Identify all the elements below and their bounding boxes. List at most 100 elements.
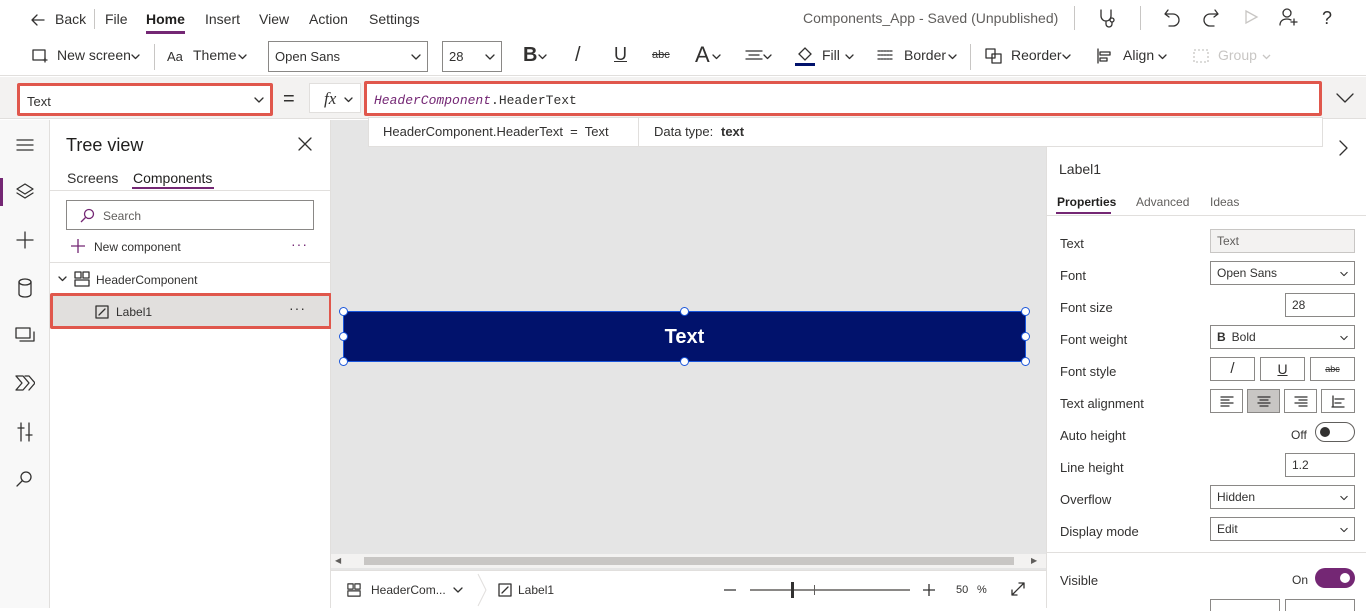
resize-handle[interactable] xyxy=(680,357,689,366)
search-icon[interactable] xyxy=(16,470,34,488)
power-automate-icon[interactable] xyxy=(15,374,35,392)
share-user-icon[interactable] xyxy=(1279,7,1299,27)
resize-handle[interactable] xyxy=(339,357,348,366)
font-family-dropdown[interactable]: Open Sans xyxy=(268,41,428,72)
prop-position-y-input[interactable] xyxy=(1285,599,1355,611)
fit-to-window-icon[interactable] xyxy=(1011,582,1025,596)
media-icon[interactable] xyxy=(15,326,35,344)
resize-handle[interactable] xyxy=(1021,307,1030,316)
scroll-left-icon[interactable]: ◀ xyxy=(335,556,341,565)
align-button[interactable]: Align xyxy=(1123,47,1154,63)
breadcrumb-component[interactable]: HeaderCom... xyxy=(371,583,446,597)
menu-view[interactable]: View xyxy=(259,11,289,27)
menu-settings[interactable]: Settings xyxy=(369,11,420,27)
more-options-icon[interactable]: ··· xyxy=(289,300,306,316)
label-control[interactable]: Text xyxy=(343,311,1026,362)
prop-font-dropdown[interactable]: Open Sans xyxy=(1210,261,1355,285)
align-justify-toggle[interactable] xyxy=(1321,389,1355,413)
resize-handle[interactable] xyxy=(339,307,348,316)
search-box[interactable]: Search xyxy=(66,200,314,230)
zoom-out-icon[interactable] xyxy=(724,589,736,591)
border-button[interactable]: Border xyxy=(904,47,946,63)
reorder-button[interactable]: Reorder xyxy=(1011,47,1062,63)
tab-screens[interactable]: Screens xyxy=(67,170,118,186)
font-color-button[interactable]: A xyxy=(695,42,710,68)
align-right-toggle[interactable] xyxy=(1284,389,1317,413)
menu-file[interactable]: File xyxy=(105,11,128,27)
prop-position-x-input[interactable] xyxy=(1210,599,1280,611)
tab-properties[interactable]: Properties xyxy=(1057,195,1116,209)
hamburger-menu-icon[interactable] xyxy=(16,138,34,152)
resize-handle[interactable] xyxy=(680,307,689,316)
align-icon[interactable] xyxy=(1096,48,1114,64)
plus-icon[interactable] xyxy=(16,231,34,249)
new-component-button[interactable]: New component xyxy=(94,240,181,254)
undo-icon[interactable] xyxy=(1162,7,1182,27)
property-dropdown[interactable]: Text xyxy=(17,83,273,116)
close-icon[interactable] xyxy=(298,137,312,151)
scrollbar-thumb[interactable] xyxy=(364,557,1014,565)
fill-bucket-icon[interactable] xyxy=(794,45,816,67)
expand-formula-icon[interactable] xyxy=(1336,93,1354,103)
resize-handle[interactable] xyxy=(1021,357,1030,366)
scroll-right-icon[interactable]: ▶ xyxy=(1031,556,1037,565)
reorder-icon[interactable] xyxy=(985,48,1003,64)
help-icon[interactable]: ? xyxy=(1322,8,1332,29)
autoheight-toggle[interactable] xyxy=(1315,422,1355,442)
tree-item-label1[interactable]: Label1 ··· xyxy=(50,293,332,329)
resize-handle[interactable] xyxy=(339,332,348,341)
italic-button[interactable]: / xyxy=(575,44,581,67)
prop-overflow-dropdown[interactable]: Hidden xyxy=(1210,485,1355,509)
font-size-dropdown[interactable]: 28 xyxy=(442,41,502,72)
chevron-down-icon[interactable] xyxy=(453,587,463,593)
new-screen-button[interactable]: New screen xyxy=(57,47,131,63)
align-center-toggle[interactable] xyxy=(1247,389,1280,413)
zoom-in-icon[interactable] xyxy=(923,584,935,596)
text-align-icon[interactable] xyxy=(745,49,763,63)
theme-button[interactable]: Theme xyxy=(193,47,237,63)
tools-icon[interactable] xyxy=(16,422,34,442)
fill-button[interactable]: Fill xyxy=(822,47,840,63)
italic-toggle[interactable]: / xyxy=(1210,357,1255,381)
tab-divider xyxy=(50,190,330,191)
border-icon[interactable] xyxy=(877,49,893,63)
menu-home[interactable]: Home xyxy=(146,11,185,27)
visible-toggle[interactable] xyxy=(1315,568,1355,588)
formula-input[interactable]: HeaderComponent.HeaderText xyxy=(364,81,1322,116)
zoom-slider[interactable] xyxy=(750,589,910,591)
strikethrough-button[interactable]: abc xyxy=(652,49,670,61)
tab-advanced[interactable]: Advanced xyxy=(1136,195,1189,209)
prop-displaymode-dropdown[interactable]: Edit xyxy=(1210,517,1355,541)
chevron-right-icon[interactable] xyxy=(1338,140,1348,156)
underline-button[interactable]: U xyxy=(614,44,627,65)
menu-action[interactable]: Action xyxy=(309,11,348,27)
bold-button[interactable]: B xyxy=(523,44,537,67)
canvas-area: Text ◀ ▶ HeaderCom... Label1 50 % xyxy=(331,120,1046,608)
underline-toggle[interactable]: U xyxy=(1260,357,1305,381)
chevron-down-icon[interactable] xyxy=(58,276,67,282)
resize-handle[interactable] xyxy=(1021,332,1030,341)
layers-icon[interactable] xyxy=(15,182,35,202)
fx-button[interactable]: fx xyxy=(309,83,361,113)
zoom-slider-thumb[interactable] xyxy=(791,582,794,598)
stethoscope-icon[interactable] xyxy=(1096,7,1118,29)
breadcrumb-label[interactable]: Label1 xyxy=(518,583,554,597)
prop-text-input[interactable]: Text xyxy=(1210,229,1355,253)
tab-components[interactable]: Components xyxy=(133,170,212,186)
prop-fontsize-input[interactable]: 28 xyxy=(1285,293,1355,317)
align-left-toggle[interactable] xyxy=(1210,389,1243,413)
tab-ideas[interactable]: Ideas xyxy=(1210,195,1239,209)
chevron-down-icon xyxy=(1262,54,1271,60)
database-icon[interactable] xyxy=(17,278,33,298)
tree-item-headercomponent[interactable]: HeaderComponent xyxy=(96,273,197,287)
horizontal-scrollbar[interactable]: ◀ ▶ xyxy=(331,554,1046,568)
prop-lineheight-input[interactable]: 1.2 xyxy=(1285,453,1355,477)
menu-insert[interactable]: Insert xyxy=(205,11,240,27)
play-icon[interactable] xyxy=(1243,9,1259,25)
back-arrow-icon[interactable] xyxy=(30,12,46,28)
strikethrough-toggle[interactable]: abc xyxy=(1310,357,1355,381)
redo-icon[interactable] xyxy=(1201,7,1221,27)
back-button[interactable]: Back xyxy=(55,11,86,27)
more-options-icon[interactable]: ··· xyxy=(291,236,308,252)
prop-fontweight-dropdown[interactable]: B Bold xyxy=(1210,325,1355,349)
